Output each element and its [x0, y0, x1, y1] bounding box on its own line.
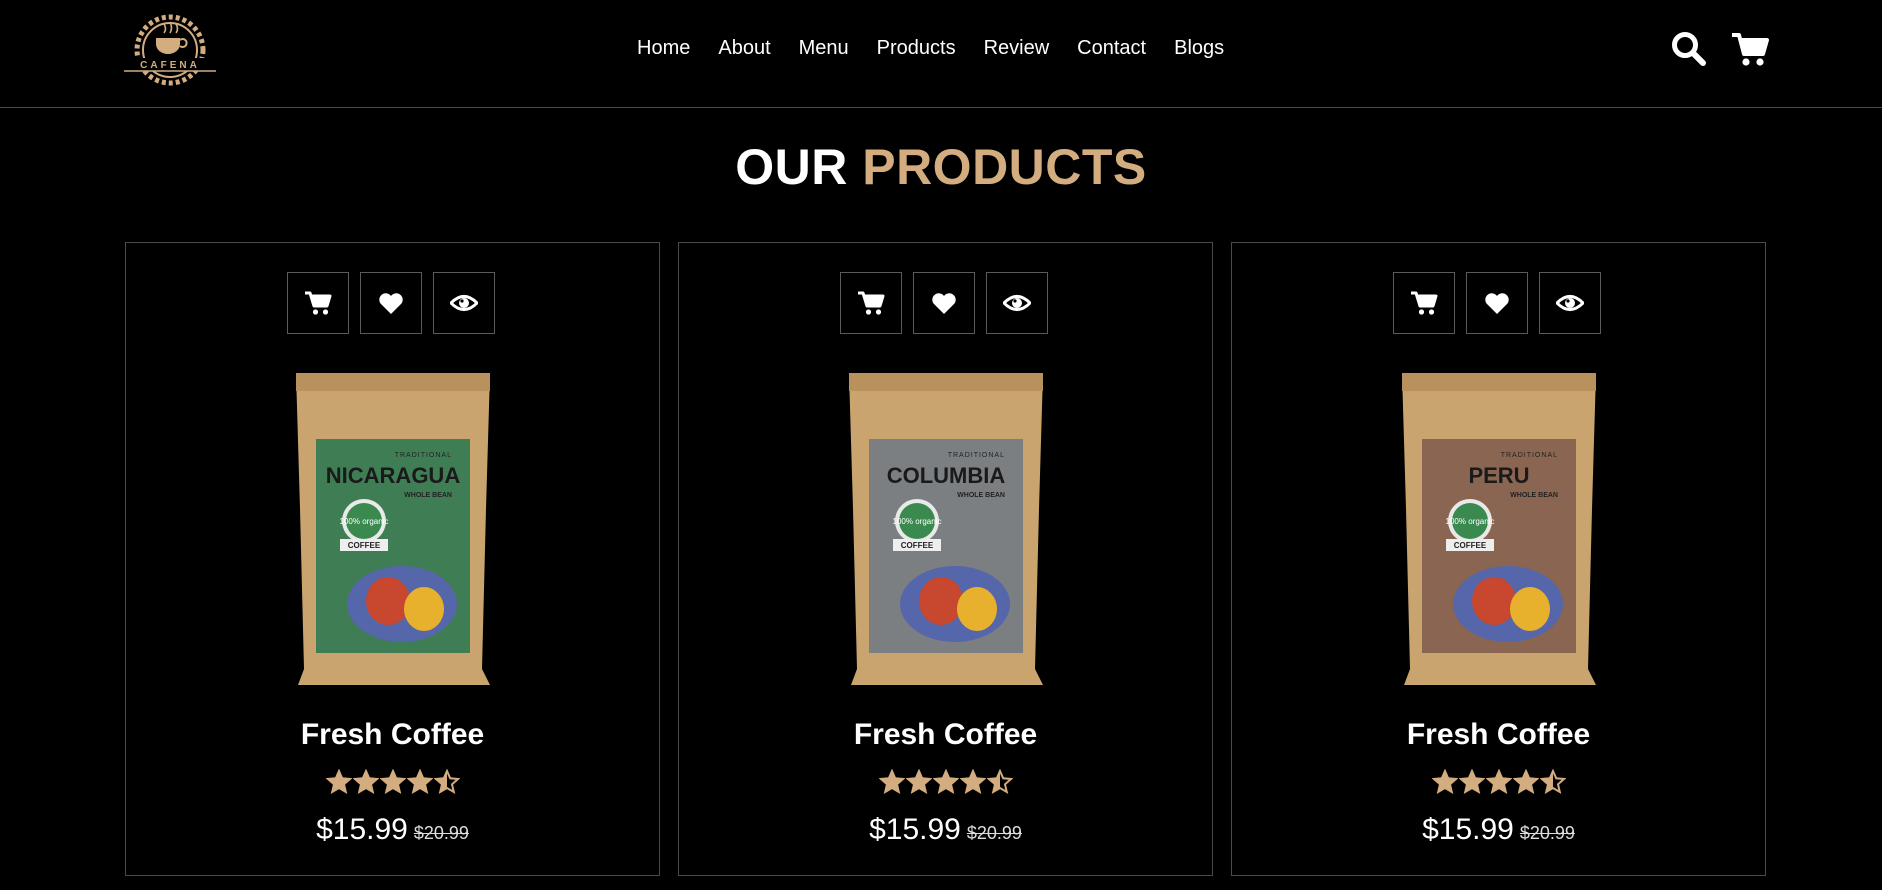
star-half-icon: [986, 768, 1013, 795]
cart-icon[interactable]: [1731, 30, 1769, 68]
rating-stars: [126, 768, 659, 800]
svg-text:WHOLE BEAN: WHOLE BEAN: [404, 492, 452, 499]
svg-text:COFFEE: COFFEE: [1454, 541, 1487, 550]
star-half-icon: [1539, 768, 1566, 795]
logo-text: CAFENA: [140, 60, 200, 71]
star-full-icon: [1431, 768, 1458, 795]
nav-about[interactable]: About: [718, 36, 770, 60]
star-full-icon: [352, 768, 379, 795]
old-price: $20.99: [1519, 823, 1575, 843]
nav-contact[interactable]: Contact: [1077, 36, 1146, 60]
svg-text:100% organic: 100% organic: [340, 517, 389, 526]
search-icon[interactable]: [1670, 30, 1708, 68]
section-title: OUR PRODUCTS: [0, 138, 1882, 196]
star-half-icon: [433, 768, 460, 795]
product-price: $15.99 $20.99: [126, 813, 659, 847]
nav-products[interactable]: Products: [877, 36, 956, 60]
old-price: $20.99: [966, 823, 1022, 843]
star-full-icon: [379, 768, 406, 795]
cart-icon: [305, 291, 332, 315]
svg-text:WHOLE BEAN: WHOLE BEAN: [957, 492, 1005, 499]
heart-icon: [379, 293, 403, 314]
svg-text:PERU: PERU: [1468, 463, 1529, 488]
site-header: CAFENA Home About Menu Products Review C…: [0, 0, 1882, 108]
current-price: $15.99: [869, 813, 961, 846]
product-card: TRADITIONAL NICARAGUA WHOLE BEAN 100% or…: [125, 242, 660, 876]
rating-stars: [1232, 768, 1765, 800]
product-card: TRADITIONAL PERU WHOLE BEAN 100% organic…: [1231, 242, 1766, 876]
product-actions: [287, 272, 495, 334]
current-price: $15.99: [1422, 813, 1514, 846]
current-price: $15.99: [316, 813, 408, 846]
svg-text:TRADITIONAL: TRADITIONAL: [948, 452, 1005, 459]
cafena-logo[interactable]: CAFENA: [122, 8, 218, 88]
product-name: Fresh Coffee: [853, 718, 1038, 751]
svg-text:COFFEE: COFFEE: [901, 541, 934, 550]
product-image[interactable]: TRADITIONAL COLUMBIA WHOLE BEAN 100% org…: [845, 369, 1047, 687]
eye-icon: [1003, 295, 1031, 311]
svg-text:TRADITIONAL: TRADITIONAL: [395, 452, 452, 459]
eye-icon: [1556, 295, 1584, 311]
cart-icon: [858, 291, 885, 315]
cart-icon: [1411, 291, 1438, 315]
wishlist-button[interactable]: [913, 272, 975, 334]
heart-icon: [1485, 293, 1509, 314]
product-image[interactable]: TRADITIONAL PERU WHOLE BEAN 100% organic…: [1398, 369, 1600, 687]
heart-icon: [932, 293, 956, 314]
svg-text:TRADITIONAL: TRADITIONAL: [1501, 452, 1558, 459]
main-nav: Home About Menu Products Review Contact …: [637, 36, 1224, 60]
star-full-icon: [878, 768, 905, 795]
svg-text:100% organic: 100% organic: [893, 517, 942, 526]
product-price: $15.99 $20.99: [679, 813, 1212, 847]
product-actions: [1393, 272, 1601, 334]
product-actions: [840, 272, 1048, 334]
svg-text:COLUMBIA: COLUMBIA: [887, 463, 1006, 488]
quick-view-button[interactable]: [433, 272, 495, 334]
quick-view-button[interactable]: [986, 272, 1048, 334]
section-title-part2: PRODUCTS: [862, 139, 1147, 195]
star-full-icon: [1458, 768, 1485, 795]
wishlist-button[interactable]: [360, 272, 422, 334]
product-name: Fresh Coffee: [1406, 718, 1591, 751]
star-full-icon: [1512, 768, 1539, 795]
nav-home[interactable]: Home: [637, 36, 690, 60]
add-to-cart-button[interactable]: [840, 272, 902, 334]
svg-text:WHOLE BEAN: WHOLE BEAN: [1510, 492, 1558, 499]
star-full-icon: [905, 768, 932, 795]
product-name: Fresh Coffee: [300, 718, 485, 751]
nav-blogs[interactable]: Blogs: [1174, 36, 1224, 60]
star-full-icon: [959, 768, 986, 795]
product-card: TRADITIONAL COLUMBIA WHOLE BEAN 100% org…: [678, 242, 1213, 876]
product-price: $15.99 $20.99: [1232, 813, 1765, 847]
star-full-icon: [406, 768, 433, 795]
old-price: $20.99: [413, 823, 469, 843]
nav-menu[interactable]: Menu: [799, 36, 849, 60]
rating-stars: [679, 768, 1212, 800]
star-full-icon: [1485, 768, 1512, 795]
section-title-part1: OUR: [735, 139, 848, 195]
nav-review[interactable]: Review: [984, 36, 1050, 60]
product-image[interactable]: TRADITIONAL NICARAGUA WHOLE BEAN 100% or…: [292, 369, 494, 687]
eye-icon: [450, 295, 478, 311]
quick-view-button[interactable]: [1539, 272, 1601, 334]
svg-text:100% organic: 100% organic: [1446, 517, 1495, 526]
add-to-cart-button[interactable]: [1393, 272, 1455, 334]
svg-text:NICARAGUA: NICARAGUA: [326, 463, 461, 488]
star-full-icon: [932, 768, 959, 795]
add-to-cart-button[interactable]: [287, 272, 349, 334]
wishlist-button[interactable]: [1466, 272, 1528, 334]
star-full-icon: [325, 768, 352, 795]
svg-text:COFFEE: COFFEE: [348, 541, 381, 550]
